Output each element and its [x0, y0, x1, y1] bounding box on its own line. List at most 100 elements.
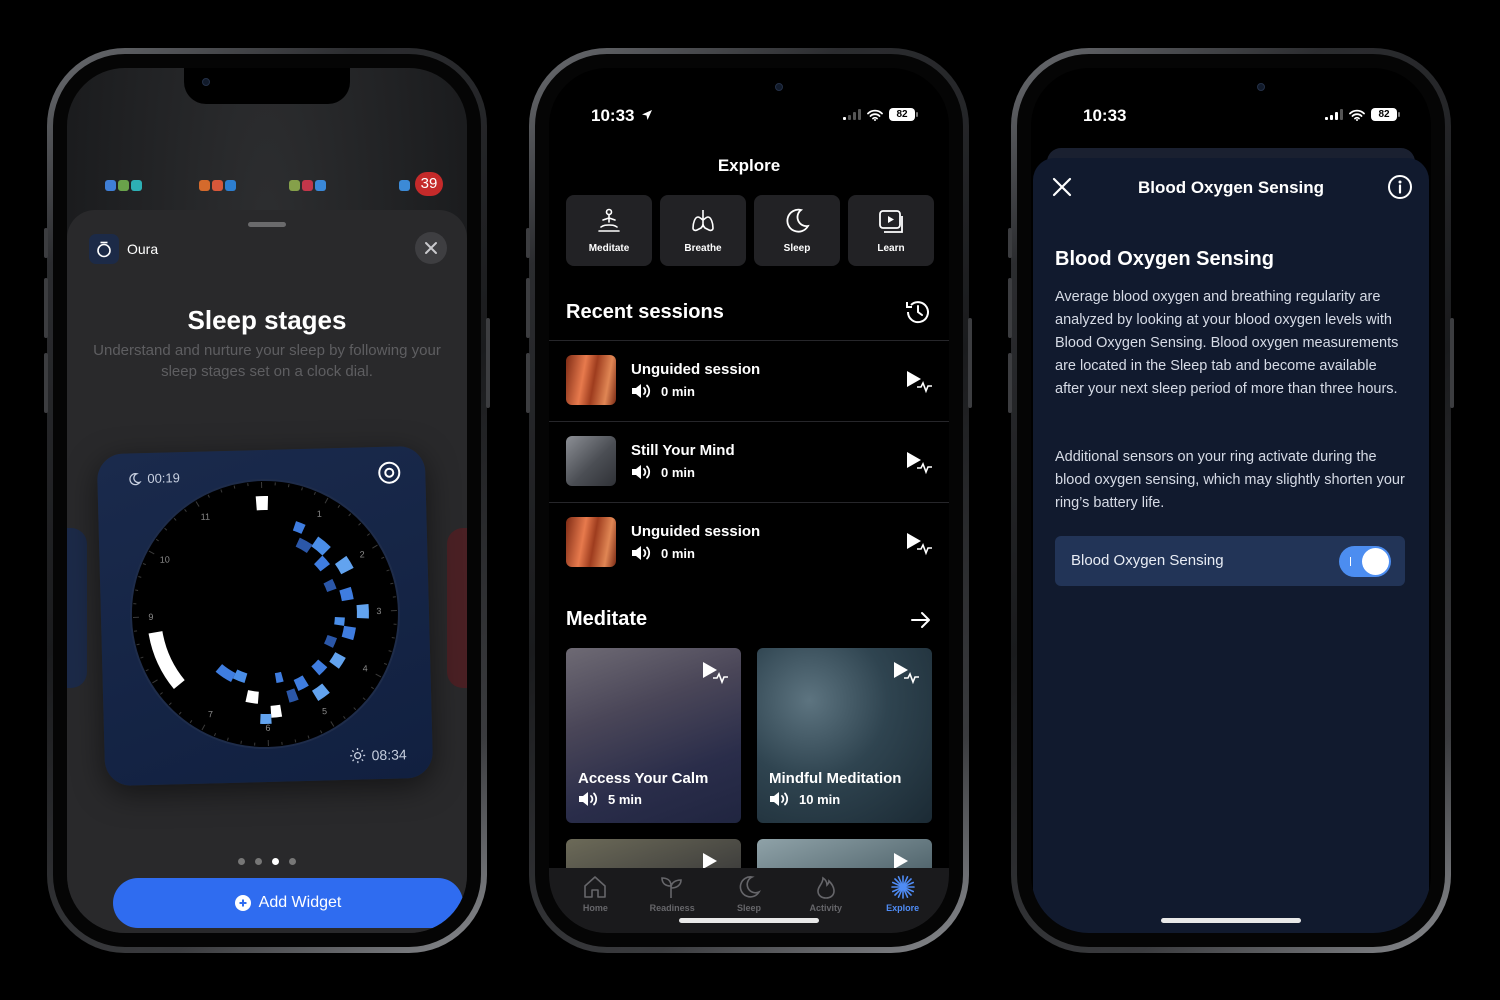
- phone-explore: 10:33 82 Explore Meditate Breathe Sleep: [526, 48, 972, 953]
- add-widget-button[interactable]: Add Widget: [113, 878, 463, 928]
- audio-icon: [632, 384, 651, 398]
- hour-number: 11: [201, 512, 211, 522]
- signal-icon: [1325, 109, 1343, 120]
- category-meditate[interactable]: Meditate: [566, 195, 652, 266]
- category-learn[interactable]: Learn: [848, 195, 934, 266]
- recent-sessions-header: Recent sessions: [566, 298, 932, 326]
- audio-icon: [579, 792, 598, 806]
- app-name: Oura: [127, 241, 159, 257]
- flame-icon: [816, 876, 835, 899]
- close-button[interactable]: [415, 232, 447, 264]
- next-widget-preview[interactable]: [447, 528, 467, 688]
- audio-icon: [632, 546, 651, 560]
- home-indicator[interactable]: [679, 918, 819, 923]
- wake-time-label: 08:34: [349, 746, 407, 764]
- hour-number: 3: [376, 606, 381, 616]
- tab-readiness[interactable]: Readiness: [634, 874, 711, 933]
- play-biofeedback-icon[interactable]: [892, 660, 920, 686]
- oura-logo-icon: [89, 234, 119, 264]
- status-bar: 10:33 82: [1031, 96, 1431, 136]
- meditate-card[interactable]: Mindful Meditation 10 min: [757, 648, 932, 823]
- hour-number: 9: [148, 612, 153, 622]
- page-indicator[interactable]: [67, 858, 467, 865]
- session-item[interactable]: Unguided session 0 min: [549, 340, 949, 420]
- toggle-label: Blood Oxygen Sensing: [1071, 552, 1224, 569]
- status-time: 10:33: [591, 106, 653, 126]
- history-icon[interactable]: [904, 298, 932, 326]
- sleep-stage-block: [356, 604, 369, 619]
- meditate-card[interactable]: Access Your Calm 5 min: [566, 648, 741, 823]
- section-title: Recent sessions: [566, 300, 724, 323]
- screen-explore: 10:33 82 Explore Meditate Breathe Sleep: [549, 68, 949, 933]
- home-icons-row: [199, 180, 236, 191]
- widget-sheet: Oura Sleep stages Understand and nurture…: [67, 210, 467, 933]
- page-dot[interactable]: [238, 858, 245, 865]
- sleep-stage-block: [260, 713, 272, 724]
- sheet-title: Sleep stages: [187, 305, 347, 335]
- tab-home[interactable]: Home: [557, 874, 634, 933]
- notch: [184, 68, 350, 104]
- audio-icon: [632, 465, 651, 479]
- session-thumbnail: [566, 517, 616, 567]
- play-biofeedback-icon[interactable]: [905, 369, 933, 395]
- section-title: Meditate: [566, 608, 648, 630]
- camera-dot: [202, 78, 210, 86]
- home-icons-row: [289, 180, 326, 191]
- screen-blood-oxygen: 10:33 82 Blood Oxygen Sensing Blood Oxyg…: [1031, 68, 1431, 933]
- prev-widget-preview[interactable]: [67, 528, 87, 688]
- camera-dot: [1257, 83, 1265, 91]
- sheet-grabber[interactable]: [248, 222, 286, 227]
- status-icons: 82: [1325, 108, 1400, 121]
- sheet-description: Understand and nurture your sleep by fol…: [93, 342, 441, 380]
- meditate-icon: [598, 208, 620, 232]
- sleep-stage-block: [255, 496, 269, 511]
- hour-number: 5: [322, 706, 327, 716]
- moon-icon: [739, 876, 762, 898]
- sparkle-icon: [890, 875, 915, 899]
- tab-explore[interactable]: Explore: [864, 874, 941, 933]
- sleep-clock-dial: 121234567891011: [129, 479, 400, 750]
- play-biofeedback-icon[interactable]: [905, 450, 933, 476]
- dial-tick: [240, 740, 242, 744]
- blood-oxygen-switch[interactable]: [1339, 546, 1391, 577]
- lungs-icon: [692, 210, 714, 232]
- page-dot[interactable]: [255, 858, 262, 865]
- phone-blood-oxygen: 10:33 82 Blood Oxygen Sensing Blood Oxyg…: [1008, 48, 1454, 953]
- session-item[interactable]: Unguided session 0 min: [549, 502, 949, 582]
- battery-note-paragraph: Additional sensors on your ring activate…: [1055, 449, 1405, 511]
- hour-number: 2: [360, 549, 365, 559]
- sun-icon: [350, 748, 366, 764]
- category-breathe[interactable]: Breathe: [660, 195, 746, 266]
- screen-widget-gallery: 3 9 Oura Sleep stages Understand and nurt…: [67, 68, 467, 933]
- hour-number: 7: [208, 709, 213, 719]
- session-thumbnail: [566, 436, 616, 486]
- dial-tick: [136, 643, 140, 646]
- category-sleep[interactable]: Sleep: [754, 195, 840, 266]
- battery-icon: 82: [1371, 108, 1400, 121]
- play-biofeedback-icon[interactable]: [701, 660, 729, 686]
- tab-sleep[interactable]: Sleep: [711, 874, 788, 933]
- blood-oxygen-toggle-row[interactable]: Blood Oxygen Sensing: [1055, 536, 1405, 586]
- page-title: Explore: [717, 156, 781, 175]
- plus-circle-icon: [234, 895, 251, 911]
- hour-number: 4: [362, 663, 367, 673]
- dial-tick: [391, 637, 395, 639]
- hour-number: 1: [317, 509, 322, 519]
- moon-icon: [786, 208, 810, 233]
- tab-activity[interactable]: Activity: [787, 874, 864, 933]
- home-indicator[interactable]: [1161, 918, 1301, 923]
- play-biofeedback-icon[interactable]: [905, 531, 933, 557]
- location-arrow-icon: [642, 110, 653, 120]
- hour-number: 10: [160, 554, 170, 564]
- sleep-stages-widget: 00:19 121234567891011 08:34: [96, 445, 434, 787]
- signal-icon: [843, 109, 861, 120]
- session-item[interactable]: Still Your Mind 0 min: [549, 421, 949, 501]
- description-paragraph: Average blood oxygen and breathing regul…: [1055, 289, 1399, 397]
- section-heading: Blood Oxygen Sensing: [1055, 248, 1274, 270]
- arrow-right-icon[interactable]: [910, 611, 932, 629]
- info-icon[interactable]: [1387, 174, 1413, 200]
- page-dot[interactable]: [289, 858, 296, 865]
- app-chip: Oura: [89, 234, 158, 264]
- page-dot[interactable]: [272, 858, 279, 865]
- wifi-icon: [867, 109, 883, 121]
